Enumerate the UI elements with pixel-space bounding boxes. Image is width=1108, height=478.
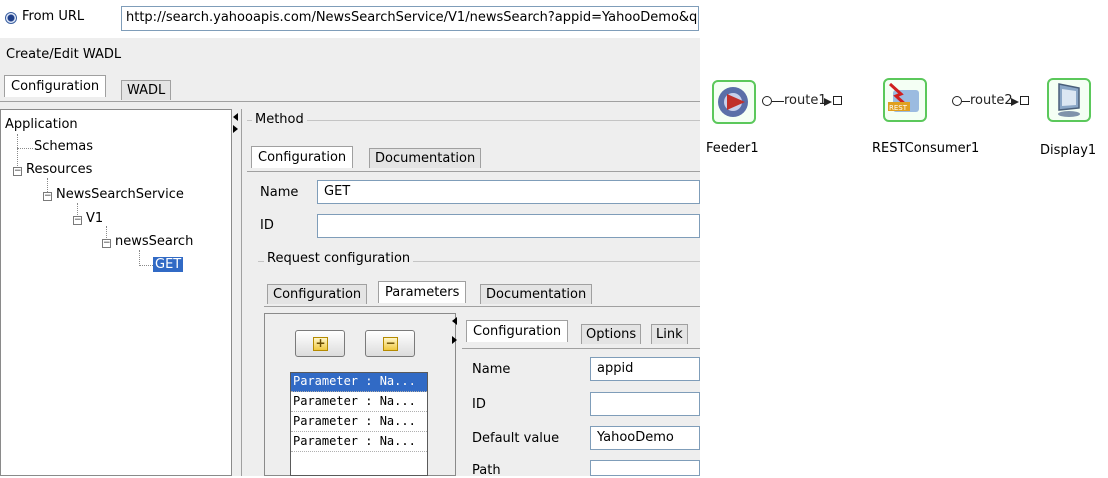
resource-tree[interactable]: Application Schemas − Resources − NewsSe… xyxy=(0,109,232,476)
feeder-icon xyxy=(718,87,748,117)
method-tab-configuration[interactable]: Configuration xyxy=(251,146,354,168)
list-item[interactable]: Parameter : Na... xyxy=(291,433,427,452)
method-name-label: Name xyxy=(260,185,299,200)
expand-right-arrow-icon[interactable] xyxy=(452,336,457,344)
from-url-label: From URL xyxy=(22,9,85,24)
method-id-label: ID xyxy=(260,218,274,233)
parameter-list[interactable]: Parameter : Na... Parameter : Na... Para… xyxy=(290,372,428,476)
method-tab-documentation[interactable]: Documentation xyxy=(369,148,482,168)
arrow-right-icon xyxy=(824,98,832,106)
param-tab-configuration[interactable]: Configuration xyxy=(466,320,569,342)
request-tab-parameters[interactable]: Parameters xyxy=(378,281,467,303)
param-tab-link[interactable]: Link xyxy=(651,324,688,344)
wadl-editor-title: Create/Edit WADL xyxy=(6,47,122,62)
request-tab-configuration[interactable]: Configuration xyxy=(267,284,368,304)
url-source-row: From URL http://search.yahooapis.com/New… xyxy=(0,0,1108,38)
tree-connector xyxy=(17,148,33,149)
request-configuration-heading: Request configuration xyxy=(264,251,414,266)
param-id-field[interactable] xyxy=(590,392,700,416)
route2-label: route2 xyxy=(970,93,1013,108)
input-port-icon[interactable] xyxy=(833,96,842,105)
method-group-border xyxy=(247,120,700,121)
arrow-right-icon xyxy=(1011,98,1019,106)
method-tab-divider xyxy=(247,171,700,172)
param-name-label: Name xyxy=(472,362,511,377)
route-line xyxy=(772,101,784,102)
add-parameter-button[interactable]: + xyxy=(295,330,345,357)
tree-node-schemas[interactable]: Schemas xyxy=(34,139,93,154)
request-tab-documentation[interactable]: Documentation xyxy=(480,284,593,304)
from-url-radio[interactable] xyxy=(5,12,17,24)
list-item[interactable]: Parameter : Na... xyxy=(291,413,427,432)
list-item[interactable]: Parameter : Na... xyxy=(291,373,427,392)
tree-node-newssearchservice[interactable]: NewsSearchService xyxy=(56,187,184,202)
remove-parameter-button[interactable]: − xyxy=(365,330,415,357)
param-tab-options[interactable]: Options xyxy=(581,324,642,344)
collapse-icon[interactable]: − xyxy=(73,216,82,225)
output-port-icon[interactable] xyxy=(952,96,962,106)
url-input[interactable]: http://search.yahooapis.com/NewsSearchSe… xyxy=(121,6,699,31)
display-node[interactable] xyxy=(1047,78,1091,122)
flow-canvas[interactable]: Feeder1 route1 REST RESTConsumer1 route2… xyxy=(700,38,1108,476)
tab-divider xyxy=(0,101,700,102)
feeder-node[interactable] xyxy=(712,80,756,124)
output-port-icon[interactable] xyxy=(762,96,772,106)
param-default-label: Default value xyxy=(472,431,560,446)
add-icon: + xyxy=(313,337,328,351)
rest-consumer-node[interactable]: REST xyxy=(883,78,927,122)
tab-wadl[interactable]: WADL xyxy=(121,80,172,100)
rest-badge: REST xyxy=(889,104,908,112)
param-path-field[interactable] xyxy=(590,460,700,476)
param-tab-divider xyxy=(462,348,700,349)
expand-right-arrow-icon[interactable] xyxy=(233,125,238,133)
rest-icon: REST xyxy=(888,82,919,112)
method-id-field[interactable] xyxy=(317,214,700,238)
param-id-label: ID xyxy=(472,397,486,412)
display-label: Display1 xyxy=(1040,143,1097,158)
tree-node-newssearch[interactable]: newsSearch xyxy=(115,234,193,249)
route1-label: route1 xyxy=(784,93,827,108)
remove-icon: − xyxy=(383,337,398,351)
tree-node-application[interactable]: Application xyxy=(5,117,78,132)
param-default-field[interactable]: YahooDemo xyxy=(590,426,700,450)
route-line xyxy=(962,101,970,102)
tab-configuration[interactable]: Configuration xyxy=(4,75,107,97)
request-tab-divider xyxy=(264,306,700,307)
monitor-icon xyxy=(1058,83,1080,117)
rest-consumer-label: RESTConsumer1 xyxy=(872,141,980,156)
method-name-field[interactable]: GET xyxy=(317,180,700,204)
list-item[interactable]: Parameter : Na... xyxy=(291,393,427,412)
collapse-left-arrow-icon[interactable] xyxy=(452,317,457,325)
method-heading: Method xyxy=(252,112,307,127)
collapse-icon[interactable]: − xyxy=(13,167,22,176)
param-name-field[interactable]: appid xyxy=(590,357,700,381)
tree-node-v1[interactable]: V1 xyxy=(86,211,103,226)
tree-node-resources[interactable]: Resources xyxy=(26,162,92,177)
collapse-icon[interactable]: − xyxy=(43,192,52,201)
input-port-icon[interactable] xyxy=(1020,96,1029,105)
feeder-label: Feeder1 xyxy=(706,141,759,156)
tree-connector xyxy=(139,250,140,266)
tree-node-get[interactable]: GET xyxy=(153,257,184,272)
collapse-left-arrow-icon[interactable] xyxy=(233,113,238,121)
collapse-icon[interactable]: − xyxy=(102,239,111,248)
